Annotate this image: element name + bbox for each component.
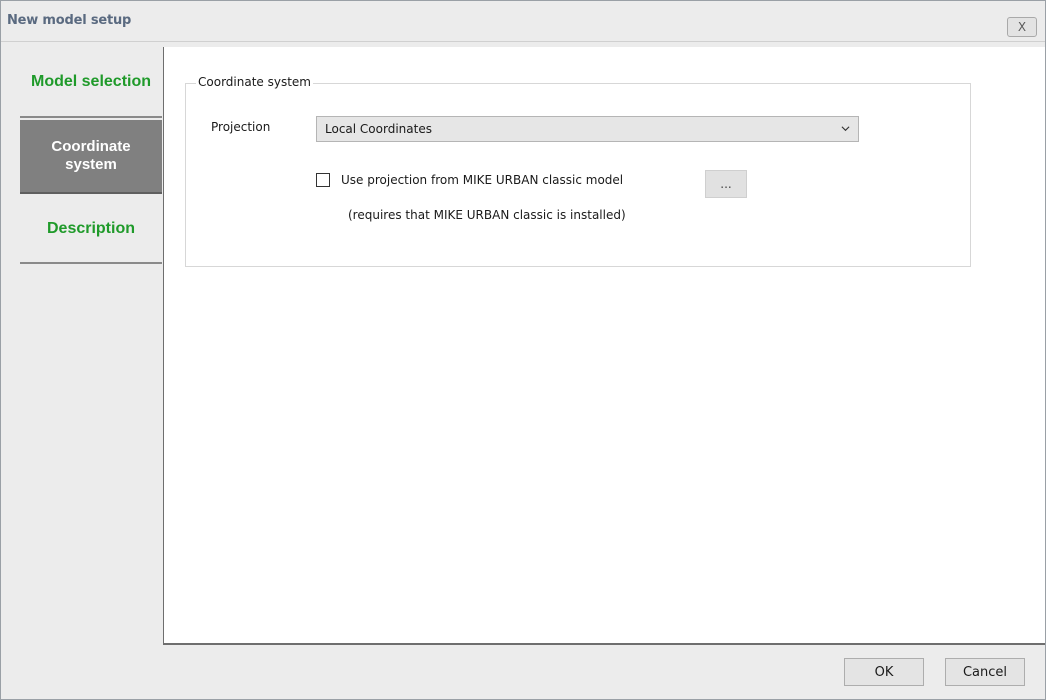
use-projection-label: Use projection from MIKE URBAN classic m… bbox=[341, 173, 624, 187]
browse-model-button[interactable]: ... bbox=[705, 170, 747, 198]
title-bar: New model setup X bbox=[1, 1, 1045, 42]
projection-label: Projection bbox=[211, 120, 271, 134]
nav-item-model-selection[interactable]: Model selection bbox=[20, 47, 162, 118]
ok-button[interactable]: OK bbox=[844, 658, 924, 686]
nav-item-coordinate-system[interactable]: Coordinate system bbox=[20, 120, 162, 194]
requirement-note: (requires that MIKE URBAN classic is ins… bbox=[348, 208, 626, 222]
close-button[interactable]: X bbox=[1007, 17, 1037, 37]
chevron-down-icon bbox=[841, 126, 850, 132]
setup-navigation: Model selection Coordinate system Descri… bbox=[1, 47, 164, 643]
nav-item-description[interactable]: Description bbox=[20, 196, 162, 264]
coordinate-system-group: Coordinate system Projection Local Coord… bbox=[185, 75, 971, 267]
projection-value: Local Coordinates bbox=[325, 122, 432, 136]
group-title: Coordinate system bbox=[196, 75, 313, 89]
projection-select[interactable]: Local Coordinates bbox=[316, 116, 859, 142]
cancel-button[interactable]: Cancel bbox=[945, 658, 1025, 686]
new-model-setup-dialog: New model setup X Model selection Coordi… bbox=[0, 0, 1046, 700]
dialog-title: New model setup bbox=[7, 13, 132, 28]
use-projection-checkbox[interactable] bbox=[316, 173, 330, 187]
content-panel: Coordinate system Projection Local Coord… bbox=[163, 47, 1045, 645]
close-icon: X bbox=[1017, 20, 1027, 34]
